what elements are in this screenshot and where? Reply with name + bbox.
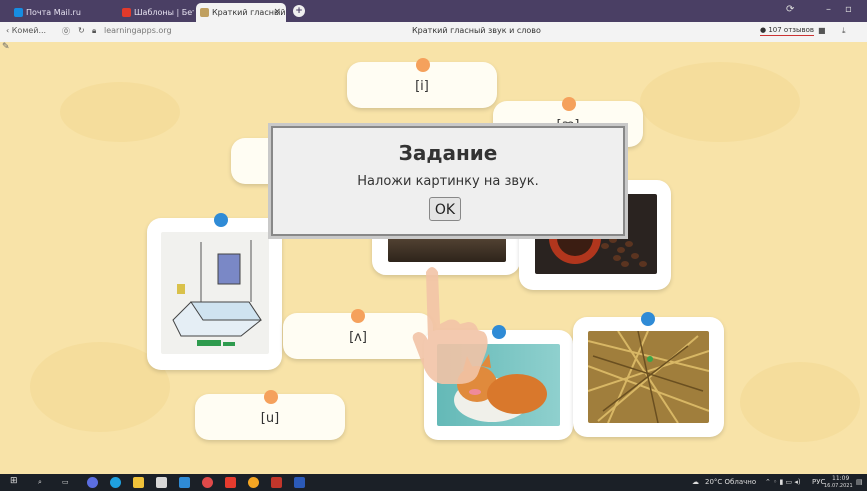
tray-icons[interactable]: ⌃ ◦ ▮ ▭ ◂) (765, 478, 801, 486)
background-blob (60, 82, 180, 142)
windows-taskbar: ⊞ ⌕ ▭ ☁ 20°C Облачно ⌃ ◦ ▮ ▭ ◂) РУС 11:0… (0, 474, 867, 491)
connector-dot[interactable] (351, 309, 365, 323)
clock-time[interactable]: 11:09 (832, 475, 849, 482)
close-tab-icon[interactable]: × (273, 3, 281, 22)
modal-title: Задание (398, 141, 498, 165)
mail-app-icon[interactable] (179, 477, 190, 488)
clock-date[interactable]: 16.07.2021 (824, 483, 853, 489)
connector-dot[interactable] (264, 390, 278, 404)
ok-button[interactable]: OK (429, 197, 461, 221)
straw-image (588, 331, 709, 423)
picture-card-straw[interactable] (573, 317, 724, 437)
notifications-icon[interactable]: ▤ (856, 478, 863, 486)
task-view-icon[interactable]: ▭ (62, 478, 69, 486)
minimize-icon[interactable]: – (826, 4, 831, 15)
chrome-icon[interactable] (248, 477, 259, 488)
connector-dot[interactable] (492, 325, 506, 339)
page-title: Краткий гласный звук и слово (412, 26, 541, 35)
yandex-icon[interactable] (225, 477, 236, 488)
bedroom-image (161, 232, 269, 354)
weather-text[interactable]: 20°C Облачно (705, 478, 756, 486)
pointing-hand-icon (412, 267, 488, 384)
learningapps-icon (200, 8, 209, 17)
sync-icon[interactable]: ⟳ (786, 4, 794, 15)
connector-dot[interactable] (562, 97, 576, 111)
explorer-icon[interactable] (133, 477, 144, 488)
back-button[interactable]: ‹ Комей... (6, 26, 46, 35)
browser-tab-bar: Почта Mail.ru Шаблоны | Бетерусные Кратк… (0, 0, 867, 22)
powerpoint-icon[interactable] (271, 477, 282, 488)
mail-icon (14, 8, 23, 17)
picture-card-bedroom[interactable] (147, 218, 282, 370)
weather-icon: ☁ (692, 478, 699, 486)
tab-templates[interactable]: Шаблоны | Бетерусные (118, 3, 194, 22)
browser-icon[interactable] (87, 477, 98, 488)
store-icon[interactable] (156, 477, 167, 488)
lock-icon: 🔒︎ (92, 26, 97, 35)
word-icon[interactable] (294, 477, 305, 488)
edge-icon[interactable] (110, 477, 121, 488)
connector-dot[interactable] (416, 58, 430, 72)
shield-icon[interactable]: ⓪ (62, 26, 70, 37)
download-icon[interactable]: ⤓ (842, 26, 846, 36)
reviews-badge[interactable]: ● 107 отзывов (760, 25, 815, 36)
address-bar: ‹ Комей... ⓪ ↻ 🔒︎ learningapps.org Кратк… (0, 22, 867, 43)
connector-dot[interactable] (214, 213, 228, 227)
opera-icon[interactable] (202, 477, 213, 488)
tab-mail[interactable]: Почта Mail.ru (10, 3, 108, 22)
reload-icon[interactable]: ↻ (78, 26, 85, 35)
connector-dot[interactable] (641, 312, 655, 326)
edit-icon[interactable]: ✎ (2, 42, 10, 52)
new-tab-button[interactable]: + (293, 5, 305, 17)
modal-text: Наложи картинку на звук. (357, 174, 539, 189)
bookmark-icon[interactable]: ■ (818, 26, 826, 35)
background-blob (640, 62, 800, 142)
search-icon[interactable]: ⌕ (38, 478, 42, 487)
url-field[interactable]: learningapps.org (104, 26, 172, 35)
templates-icon (122, 8, 131, 17)
maximize-icon[interactable]: ▫ (845, 4, 852, 15)
background-blob (740, 362, 860, 442)
tab-current[interactable]: Краткий гласный звук × (196, 3, 286, 22)
start-icon[interactable]: ⊞ (10, 476, 18, 486)
